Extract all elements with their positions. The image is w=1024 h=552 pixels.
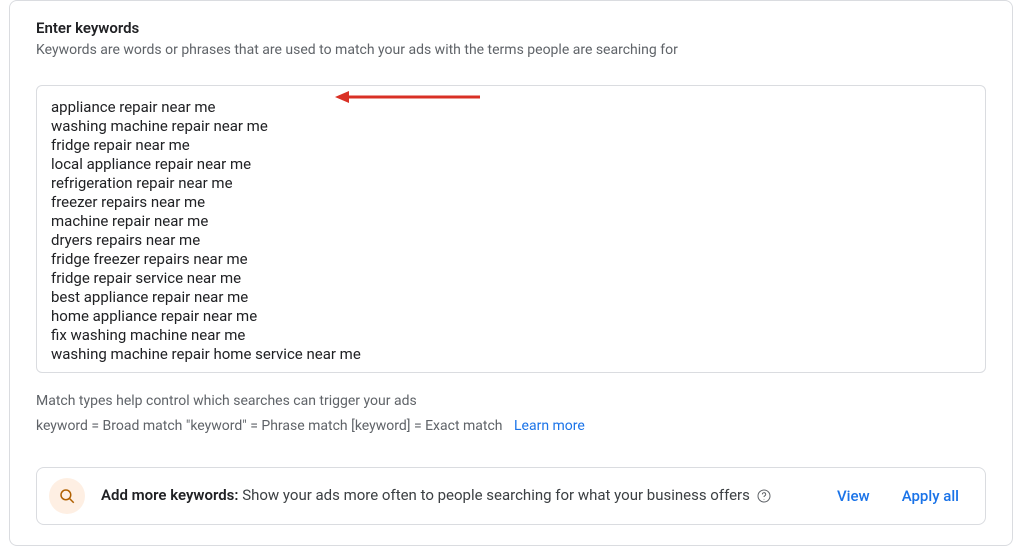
section-title: Enter keywords [36,19,986,37]
keywords-textarea[interactable] [36,85,986,373]
add-more-body: Show your ads more often to people searc… [238,486,753,504]
search-icon-badge [49,478,85,514]
match-types-help-line1: Match types help control which searches … [36,391,986,412]
add-more-text: Add more keywords: Show your ads more of… [101,485,813,507]
view-button[interactable]: View [829,481,878,511]
apply-all-button[interactable]: Apply all [894,481,967,511]
add-more-keywords-panel: Add more keywords: Show your ads more of… [36,467,986,525]
match-types-legend: keyword = Broad match "keyword" = Phrase… [36,418,503,434]
add-more-bold-prefix: Add more keywords: [101,486,238,504]
learn-more-link[interactable]: Learn more [514,418,585,434]
search-icon [58,487,76,505]
keywords-card: Enter keywords Keywords are words or phr… [9,0,1013,546]
help-icon[interactable] [756,488,772,504]
section-subtitle: Keywords are words or phrases that are u… [36,41,986,61]
match-types-help-line2: keyword = Broad match "keyword" = Phrase… [36,416,986,437]
